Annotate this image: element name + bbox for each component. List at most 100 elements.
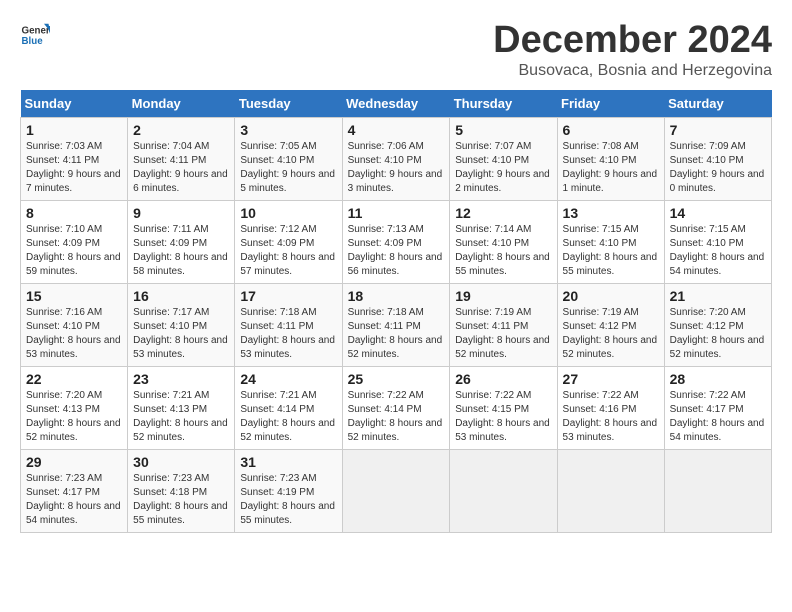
calendar-cell: 6Sunrise: 7:08 AM Sunset: 4:10 PM Daylig… [557, 117, 664, 200]
calendar-cell [450, 449, 557, 532]
day-number: 12 [455, 205, 551, 221]
main-title: December 2024 [493, 20, 772, 62]
calendar-cell: 23 Sunrise: 7:21 AM Sunset: 4:13 PM Dayli… [128, 366, 235, 449]
calendar-week-row: 22 Sunrise: 7:20 AM Sunset: 4:13 PM Dayli… [21, 366, 772, 449]
calendar-cell: 20Sunrise: 7:19 AM Sunset: 4:12 PM Dayli… [557, 283, 664, 366]
calendar-cell: 16 Sunrise: 7:17 AM Sunset: 4:10 PM Dayli… [128, 283, 235, 366]
day-number: 16 [133, 288, 229, 304]
day-number: 2 [133, 122, 229, 138]
calendar-table: SundayMondayTuesdayWednesdayThursdayFrid… [20, 90, 772, 533]
calendar-cell: 27 Sunrise: 7:22 AM Sunset: 4:16 PM Dayli… [557, 366, 664, 449]
day-info: Sunrise: 7:10 AM Sunset: 4:09 PM Dayligh… [26, 223, 122, 279]
header-day: Friday [557, 90, 664, 118]
day-info: Sunrise: 7:16 AM Sunset: 4:10 PM Dayligh… [26, 306, 122, 362]
title-area: December 2024 Busovaca, Bosnia and Herze… [493, 20, 772, 80]
day-info: Sunrise: 7:21 AM Sunset: 4:14 PM Dayligh… [240, 389, 336, 445]
day-info: Sunrise: 7:20 AM Sunset: 4:13 PM Dayligh… [26, 389, 122, 445]
day-number: 24 [240, 371, 336, 387]
day-number: 18 [348, 288, 445, 304]
calendar-cell: 15 Sunrise: 7:16 AM Sunset: 4:10 PM Dayli… [21, 283, 128, 366]
day-number: 14 [670, 205, 766, 221]
day-info: Sunrise: 7:19 AM Sunset: 4:11 PM Dayligh… [455, 306, 551, 362]
calendar-cell: 4 Sunrise: 7:06 AM Sunset: 4:10 PM Daylig… [342, 117, 450, 200]
day-number: 15 [26, 288, 122, 304]
calendar-cell [342, 449, 450, 532]
day-number: 1 [26, 122, 122, 138]
header-row: SundayMondayTuesdayWednesdayThursdayFrid… [21, 90, 772, 118]
calendar-cell: 12Sunrise: 7:14 AM Sunset: 4:10 PM Dayli… [450, 200, 557, 283]
day-number: 22 [26, 371, 122, 387]
calendar-cell: 19Sunrise: 7:19 AM Sunset: 4:11 PM Dayli… [450, 283, 557, 366]
day-info: Sunrise: 7:13 AM Sunset: 4:09 PM Dayligh… [348, 223, 445, 279]
day-info: Sunrise: 7:04 AM Sunset: 4:11 PM Dayligh… [133, 140, 229, 196]
header-day: Sunday [21, 90, 128, 118]
header-day: Tuesday [235, 90, 342, 118]
logo-icon: General Blue [20, 20, 50, 50]
calendar-cell: 22 Sunrise: 7:20 AM Sunset: 4:13 PM Dayli… [21, 366, 128, 449]
day-info: Sunrise: 7:06 AM Sunset: 4:10 PM Dayligh… [348, 140, 445, 196]
calendar-cell: 25Sunrise: 7:22 AM Sunset: 4:14 PM Dayli… [342, 366, 450, 449]
header-day: Monday [128, 90, 235, 118]
calendar-cell [557, 449, 664, 532]
calendar-cell: 29Sunrise: 7:23 AM Sunset: 4:17 PM Dayli… [21, 449, 128, 532]
day-info: Sunrise: 7:18 AM Sunset: 4:11 PM Dayligh… [240, 306, 336, 362]
svg-text:Blue: Blue [22, 36, 44, 47]
day-info: Sunrise: 7:15 AM Sunset: 4:10 PM Dayligh… [563, 223, 659, 279]
calendar-cell: 13 Sunrise: 7:15 AM Sunset: 4:10 PM Dayli… [557, 200, 664, 283]
day-info: Sunrise: 7:17 AM Sunset: 4:10 PM Dayligh… [133, 306, 229, 362]
day-number: 10 [240, 205, 336, 221]
day-info: Sunrise: 7:23 AM Sunset: 4:19 PM Dayligh… [240, 472, 336, 528]
day-info: Sunrise: 7:15 AM Sunset: 4:10 PM Dayligh… [670, 223, 766, 279]
day-number: 23 [133, 371, 229, 387]
logo: General Blue [20, 20, 50, 50]
day-info: Sunrise: 7:22 AM Sunset: 4:15 PM Dayligh… [455, 389, 551, 445]
day-info: Sunrise: 7:22 AM Sunset: 4:14 PM Dayligh… [348, 389, 445, 445]
day-number: 7 [670, 122, 766, 138]
calendar-cell: 18 Sunrise: 7:18 AM Sunset: 4:11 PM Dayli… [342, 283, 450, 366]
day-number: 26 [455, 371, 551, 387]
day-number: 4 [348, 122, 445, 138]
calendar-cell: 21 Sunrise: 7:20 AM Sunset: 4:12 PM Dayli… [664, 283, 771, 366]
day-info: Sunrise: 7:05 AM Sunset: 4:10 PM Dayligh… [240, 140, 336, 196]
day-info: Sunrise: 7:11 AM Sunset: 4:09 PM Dayligh… [133, 223, 229, 279]
calendar-week-row: 8 Sunrise: 7:10 AM Sunset: 4:09 PM Daylig… [21, 200, 772, 283]
day-number: 9 [133, 205, 229, 221]
day-number: 21 [670, 288, 766, 304]
day-number: 11 [348, 205, 445, 221]
calendar-cell: 28Sunrise: 7:22 AM Sunset: 4:17 PM Dayli… [664, 366, 771, 449]
calendar-cell [664, 449, 771, 532]
day-info: Sunrise: 7:18 AM Sunset: 4:11 PM Dayligh… [348, 306, 445, 362]
header-day: Saturday [664, 90, 771, 118]
day-info: Sunrise: 7:03 AM Sunset: 4:11 PM Dayligh… [26, 140, 122, 196]
day-number: 20 [563, 288, 659, 304]
calendar-cell: 11 Sunrise: 7:13 AM Sunset: 4:09 PM Dayli… [342, 200, 450, 283]
day-info: Sunrise: 7:23 AM Sunset: 4:17 PM Dayligh… [26, 472, 122, 528]
day-info: Sunrise: 7:20 AM Sunset: 4:12 PM Dayligh… [670, 306, 766, 362]
calendar-cell: 2 Sunrise: 7:04 AM Sunset: 4:11 PM Daylig… [128, 117, 235, 200]
calendar-week-row: 1 Sunrise: 7:03 AM Sunset: 4:11 PM Daylig… [21, 117, 772, 200]
calendar-week-row: 29Sunrise: 7:23 AM Sunset: 4:17 PM Dayli… [21, 449, 772, 532]
calendar-cell: 31 Sunrise: 7:23 AM Sunset: 4:19 PM Dayli… [235, 449, 342, 532]
calendar-cell: 26 Sunrise: 7:22 AM Sunset: 4:15 PM Dayli… [450, 366, 557, 449]
day-info: Sunrise: 7:07 AM Sunset: 4:10 PM Dayligh… [455, 140, 551, 196]
calendar-cell: 17 Sunrise: 7:18 AM Sunset: 4:11 PM Dayli… [235, 283, 342, 366]
calendar-cell: 5Sunrise: 7:07 AM Sunset: 4:10 PM Daylig… [450, 117, 557, 200]
day-info: Sunrise: 7:23 AM Sunset: 4:18 PM Dayligh… [133, 472, 229, 528]
subtitle: Busovaca, Bosnia and Herzegovina [493, 62, 772, 80]
day-info: Sunrise: 7:22 AM Sunset: 4:16 PM Dayligh… [563, 389, 659, 445]
header-day: Thursday [450, 90, 557, 118]
day-number: 8 [26, 205, 122, 221]
calendar-cell: 24 Sunrise: 7:21 AM Sunset: 4:14 PM Dayli… [235, 366, 342, 449]
day-number: 13 [563, 205, 659, 221]
day-number: 30 [133, 454, 229, 470]
calendar-cell: 3Sunrise: 7:05 AM Sunset: 4:10 PM Daylig… [235, 117, 342, 200]
calendar-week-row: 15 Sunrise: 7:16 AM Sunset: 4:10 PM Dayli… [21, 283, 772, 366]
day-number: 17 [240, 288, 336, 304]
day-number: 31 [240, 454, 336, 470]
day-number: 27 [563, 371, 659, 387]
calendar-cell: 9 Sunrise: 7:11 AM Sunset: 4:09 PM Daylig… [128, 200, 235, 283]
calendar-cell: 1 Sunrise: 7:03 AM Sunset: 4:11 PM Daylig… [21, 117, 128, 200]
calendar-cell: 30 Sunrise: 7:23 AM Sunset: 4:18 PM Dayli… [128, 449, 235, 532]
day-info: Sunrise: 7:21 AM Sunset: 4:13 PM Dayligh… [133, 389, 229, 445]
day-info: Sunrise: 7:09 AM Sunset: 4:10 PM Dayligh… [670, 140, 766, 196]
